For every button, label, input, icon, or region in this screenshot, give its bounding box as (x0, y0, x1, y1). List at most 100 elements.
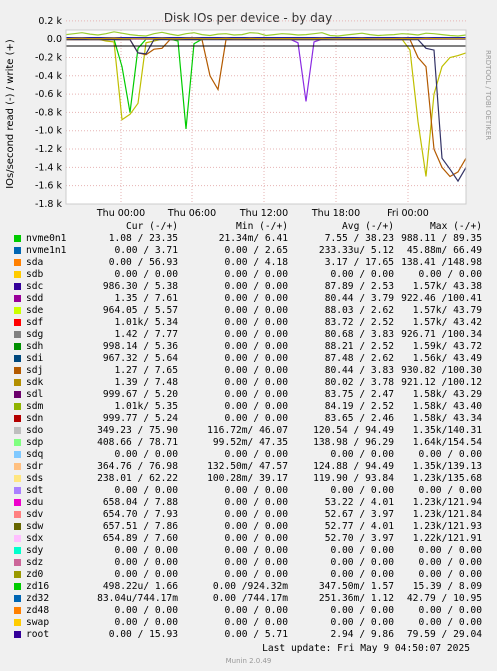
legend-swatch (14, 355, 21, 362)
x-tick-labels: Thu 00:00 Thu 06:00 Thu 12:00 Thu 18:00 Fri … (96, 208, 429, 219)
legend-max: 15.39 / 8.09 (412, 581, 482, 592)
legend-swatch (14, 367, 21, 374)
legend-cur: 654.70 / 7.93 (102, 509, 178, 520)
legend-min: 0.00 / 0.00 (224, 317, 288, 328)
legend-avg: 87.48 / 2.62 (324, 353, 394, 364)
legend-row-zd32: zd32 83.04u/744.17m 0.00 /744.17m 251.36m/ … (10, 593, 490, 605)
legend-max: 1.23k/121.84 (412, 509, 482, 520)
legend-max: 0.00 / 0.00 (418, 545, 482, 556)
legend-min: 0.00 / 0.00 (224, 389, 288, 400)
legend-avg: 347.50m/ 1.57 (318, 581, 394, 592)
y-tick-label: -0.4 k (35, 71, 63, 82)
legend-min: 0.00 /744.17m (212, 593, 288, 604)
legend-cur: 349.23 / 75.90 (97, 425, 178, 436)
legend-device-name: zd0 (26, 569, 44, 580)
header-max: Max (-/+) (430, 221, 482, 232)
legend-avg: 0.00 / 0.00 (330, 569, 394, 580)
y-tick-label: -0.6 k (35, 89, 63, 100)
legend-device-name: sdp (26, 437, 44, 448)
legend: Cur (-/+) Min (-/+) Avg (-/+) Max (-/+) … (10, 221, 490, 641)
legend-swatch (14, 259, 21, 266)
legend-device-name: sdm (26, 401, 44, 412)
legend-avg: 53.22 / 4.01 (324, 497, 394, 508)
legend-swatch (14, 427, 21, 434)
legend-device-name: sdn (26, 413, 44, 424)
legend-avg: 3.17 / 17.65 (324, 257, 394, 268)
legend-cur: 999.77 / 5.24 (102, 413, 178, 424)
legend-cur: 498.22u/ 1.66 (102, 581, 178, 592)
legend-device-name: sdj (26, 365, 44, 376)
legend-device-name: sde (26, 305, 44, 316)
legend-device-name: zd32 (26, 593, 50, 604)
legend-min: 99.52m/ 47.35 (212, 437, 288, 448)
legend-row-nvme0n1: nvme0n1 1.08 / 23.35 21.34m/ 6.41 7.55 / 38… (10, 233, 490, 245)
legend-min: 0.00 / 0.00 (224, 365, 288, 376)
chart-title: Disk IOs per device - by day (164, 11, 332, 25)
legend-cur: 964.05 / 5.57 (102, 305, 178, 316)
y-tick-label: -1.0 k (35, 126, 63, 137)
legend-max: 1.23k/121.94 (412, 497, 482, 508)
legend-swatch (14, 475, 21, 482)
legend-device-name: swap (26, 617, 50, 628)
legend-row-sdh: sdh 998.14 / 5.36 0.00 / 0.00 88.21 / 2.52 1… (10, 341, 490, 353)
legend-cur: 1.39 / 7.48 (114, 377, 178, 388)
legend-swatch (14, 331, 21, 338)
legend-min: 0.00 / 0.00 (224, 569, 288, 580)
legend-min: 0.00 / 0.00 (224, 533, 288, 544)
legend-cur: 654.89 / 7.60 (102, 533, 178, 544)
legend-avg: 0.00 / 0.00 (330, 545, 394, 556)
legend-max: 1.57k/ 43.42 (412, 317, 482, 328)
legend-max: 988.11 / 89.35 (401, 233, 482, 244)
legend-min: 116.72m/ 46.07 (207, 425, 288, 436)
legend-avg: 83.75 / 2.47 (324, 389, 394, 400)
legend-max: 930.82 /100.30 (401, 365, 482, 376)
legend-max: 1.57k/ 43.38 (412, 281, 482, 292)
legend-avg: 80.02 / 3.78 (324, 377, 394, 388)
legend-cur: 0.00 / 0.00 (114, 617, 178, 628)
y-tick-label: -1.4 k (35, 162, 63, 173)
legend-cur: 408.66 / 78.71 (97, 437, 178, 448)
legend-cur: 364.76 / 76.98 (97, 461, 178, 472)
legend-cur: 0.00 / 0.00 (114, 545, 178, 556)
legend-max: 0.00 / 0.00 (418, 569, 482, 580)
legend-device-name: nvme1n1 (26, 245, 67, 256)
legend-max: 138.41 /148.98 (401, 257, 482, 268)
legend-row-zd48: zd48 0.00 / 0.00 0.00 / 0.00 0.00 / 0.00 0.0… (10, 605, 490, 617)
legend-min: 0.00 / 0.00 (224, 329, 288, 340)
disk-io-chart: Disk IOs per device - by day IOs/second … (5, 11, 492, 219)
legend-avg: 52.77 / 4.01 (324, 521, 394, 532)
y-tick-label: -1.8 k (35, 199, 63, 210)
legend-avg: 84.19 / 2.52 (324, 401, 394, 412)
legend-max: 1.64k/154.54 (412, 437, 482, 448)
legend-avg: 88.03 / 2.62 (324, 305, 394, 316)
legend-max: 0.00 / 0.00 (418, 605, 482, 616)
legend-min: 0.00 / 4.18 (224, 257, 288, 268)
legend-min: 0.00 / 5.71 (224, 629, 288, 640)
legend-swatch (14, 607, 21, 614)
legend-device-name: sdk (26, 377, 44, 388)
legend-row-sdo: sdo 349.23 / 75.90 116.72m/ 46.07 120.54 / … (10, 425, 490, 437)
x-tick-label: Thu 18:00 (311, 208, 360, 219)
legend-max: 1.56k/ 43.49 (412, 353, 482, 364)
legend-cur: 1.01k/ 5.35 (114, 401, 178, 412)
legend-swatch (14, 547, 21, 554)
legend-device-name: sdd (26, 293, 44, 304)
x-tick-label: Thu 00:00 (96, 208, 145, 219)
legend-min: 132.50m/ 47.57 (207, 461, 288, 472)
legend-avg: 88.21 / 2.52 (324, 341, 394, 352)
legend-device-name: root (26, 629, 50, 640)
legend-cur: 1.35 / 7.61 (114, 293, 178, 304)
legend-avg: 80.68 / 3.83 (324, 329, 394, 340)
legend-swatch (14, 283, 21, 290)
legend-avg: 233.33u/ 5.12 (318, 245, 394, 256)
legend-avg: 52.67 / 3.97 (324, 509, 394, 520)
legend-max: 1.22k/121.91 (412, 533, 482, 544)
legend-cur: 0.00 / 0.00 (114, 569, 178, 580)
legend-avg: 0.00 / 0.00 (330, 485, 394, 496)
legend-max: 0.00 / 0.00 (418, 485, 482, 496)
legend-swatch (14, 571, 21, 578)
legend-min: 0.00 / 0.00 (224, 521, 288, 532)
header-cur: Cur (-/+) (126, 221, 178, 232)
y-tick-label: 0.2 k (38, 16, 62, 27)
legend-max: 1.23k/121.93 (412, 521, 482, 532)
